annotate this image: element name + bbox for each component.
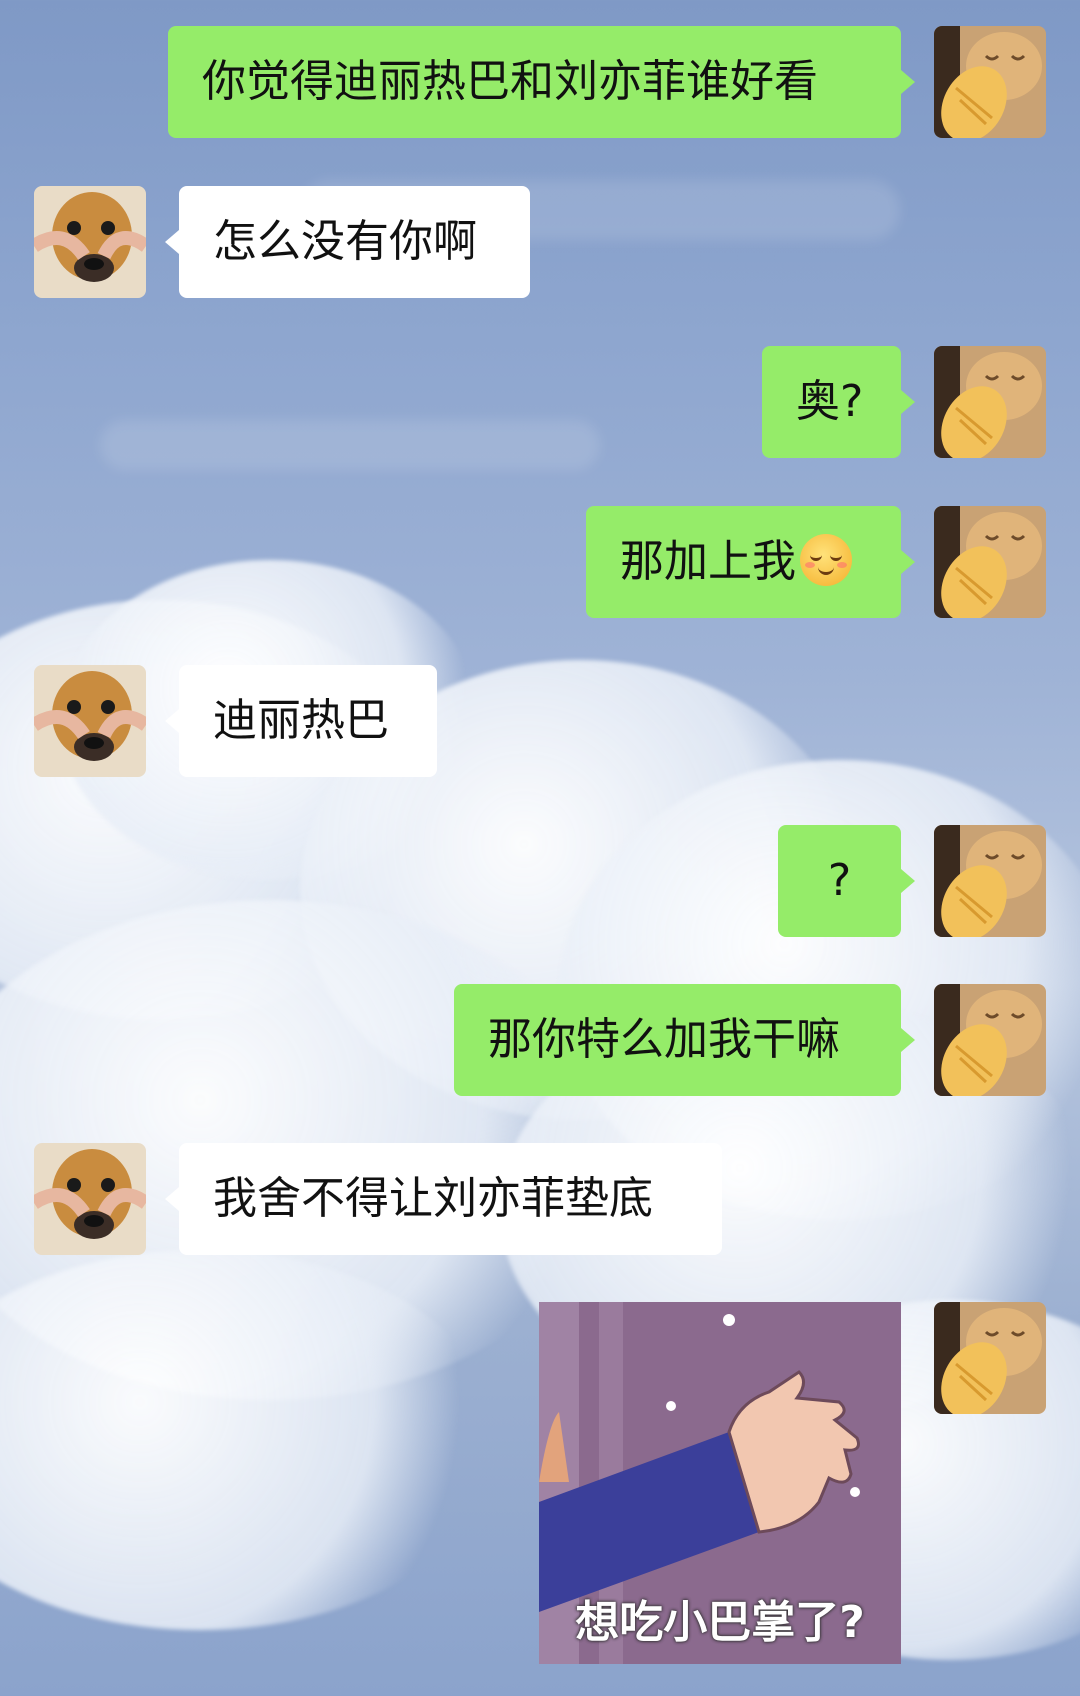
my-avatar[interactable] — [934, 984, 1046, 1096]
contact-avatar[interactable] — [34, 186, 146, 298]
my-avatar[interactable] — [934, 346, 1046, 458]
message-row: 怎么没有你啊 — [0, 186, 1080, 298]
message-text: 怎么没有你啊 — [213, 216, 477, 267]
dog-face-squeezed-avatar-icon — [34, 1143, 146, 1255]
message-text: 迪丽热巴 — [213, 695, 389, 746]
message-text: 那你特么加我干嘛 — [488, 1014, 840, 1065]
message-row: 想吃小巴掌了? — [0, 1302, 1080, 1664]
message-text: ? — [827, 855, 852, 906]
cat-holding-fish-avatar-icon — [934, 825, 1046, 937]
received-message-bubble[interactable]: 怎么没有你啊 — [165, 186, 530, 298]
sticker-caption: 想吃小巴掌了? — [575, 1597, 865, 1648]
cat-holding-fish-avatar-icon — [934, 26, 1046, 138]
cat-holding-fish-avatar-icon — [934, 984, 1046, 1096]
message-text: 我舍不得让刘亦菲垫底 — [213, 1173, 653, 1224]
message-text: 你觉得迪丽热巴和刘亦菲谁好看 — [202, 56, 818, 107]
cat-holding-fish-avatar-icon — [934, 1302, 1046, 1414]
dog-face-squeezed-avatar-icon — [34, 665, 146, 777]
message-row: 迪丽热巴 — [0, 665, 1080, 777]
cat-holding-fish-avatar-icon — [934, 506, 1046, 618]
cat-holding-fish-avatar-icon — [934, 346, 1046, 458]
received-message-bubble[interactable]: 迪丽热巴 — [165, 665, 437, 777]
my-avatar[interactable] — [934, 26, 1046, 138]
my-avatar[interactable] — [934, 506, 1046, 618]
slapping-hand-sticker[interactable]: 想吃小巴掌了? — [539, 1302, 901, 1664]
message-text: 那加上我 — [620, 536, 796, 587]
sent-message-bubble[interactable]: 那加上我 — [586, 506, 915, 618]
message-row: 你觉得迪丽热巴和刘亦菲谁好看 — [0, 26, 1080, 138]
dog-face-squeezed-avatar-icon — [34, 186, 146, 298]
sent-message-bubble[interactable]: 奥? — [762, 346, 915, 458]
sent-message-bubble[interactable]: ? — [778, 825, 915, 937]
sent-message-bubble[interactable]: 那你特么加我干嘛 — [454, 984, 915, 1096]
sent-message-bubble[interactable]: 你觉得迪丽热巴和刘亦菲谁好看 — [168, 26, 915, 138]
my-avatar[interactable] — [934, 825, 1046, 937]
blushing-smile-emoji-icon — [800, 534, 852, 586]
message-row: 那你特么加我干嘛 — [0, 984, 1080, 1096]
contact-avatar[interactable] — [34, 665, 146, 777]
my-avatar[interactable] — [934, 1302, 1046, 1414]
message-row: 我舍不得让刘亦菲垫底 — [0, 1143, 1080, 1255]
message-text: 奥? — [796, 376, 864, 427]
received-message-bubble[interactable]: 我舍不得让刘亦菲垫底 — [165, 1143, 722, 1255]
message-row: 那加上我 — [0, 506, 1080, 618]
message-row: ? — [0, 825, 1080, 937]
contact-avatar[interactable] — [34, 1143, 146, 1255]
message-row: 奥? — [0, 346, 1080, 458]
